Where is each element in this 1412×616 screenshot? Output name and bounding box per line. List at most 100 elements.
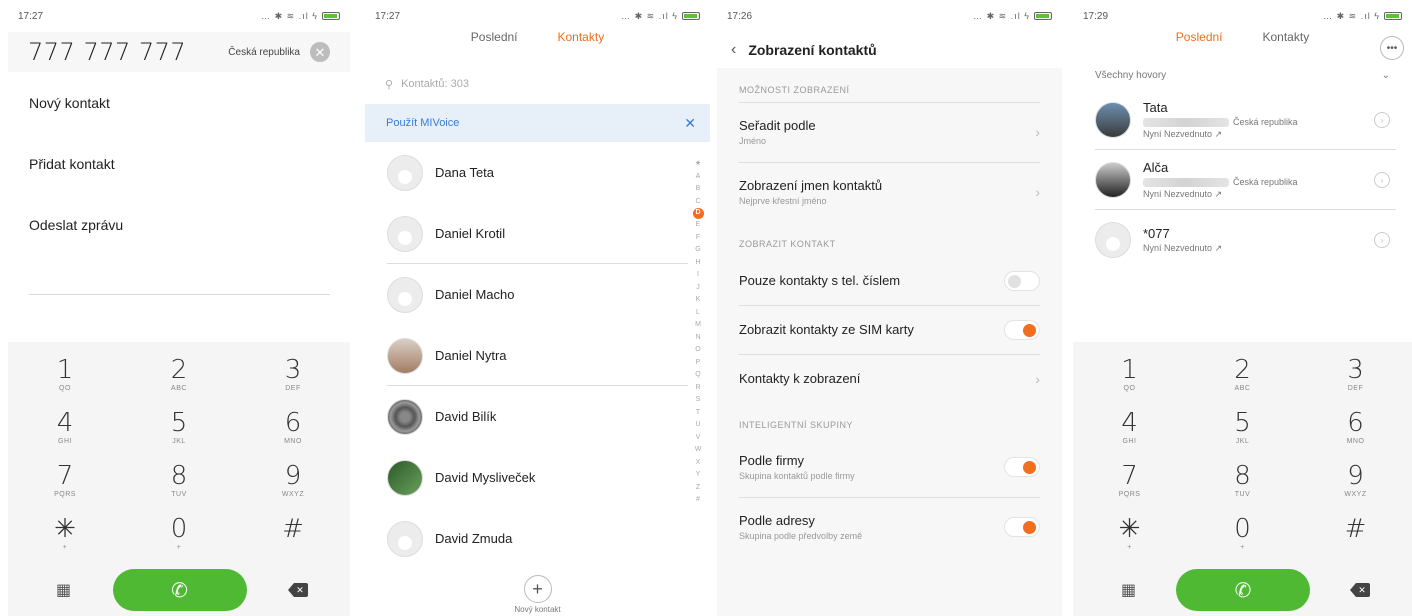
contact-item[interactable]: Daniel Nytra <box>365 325 710 386</box>
alpha-index-letter[interactable]: E <box>696 219 701 232</box>
key-star[interactable]: ✳ + <box>8 507 122 560</box>
alpha-index-letter[interactable]: T <box>696 407 700 420</box>
key-2[interactable]: 2 ABC <box>1186 348 1299 401</box>
call-button[interactable]: ✆ <box>112 569 247 611</box>
call-details-icon[interactable]: › <box>1374 112 1390 128</box>
alpha-index-letter[interactable]: X <box>696 457 701 470</box>
alpha-index-letter[interactable]: Q <box>695 369 700 382</box>
add-to-contact-action[interactable]: Přidat kontakt <box>8 133 350 194</box>
back-arrow-icon[interactable]: ‹ <box>731 41 736 59</box>
tab-bar: Poslední Kontakty <box>365 18 710 56</box>
avatar <box>387 215 423 252</box>
key-1[interactable]: 1 QO <box>1073 348 1186 401</box>
call-details-icon[interactable]: › <box>1374 172 1390 188</box>
group-by-company-toggle[interactable] <box>1004 457 1040 477</box>
key-3[interactable]: 3 DEF <box>236 348 350 401</box>
alpha-index-letter[interactable]: Y <box>696 469 701 482</box>
alpha-index-letter[interactable]: P <box>696 357 701 370</box>
call-log-item[interactable]: *077 Nyní Nezvednuto ↗ › <box>1073 210 1412 270</box>
contact-item[interactable]: Daniel Krotil <box>365 203 710 264</box>
mivoice-banner[interactable]: Použít MIVoice ✕ <box>365 104 710 142</box>
alpha-index-letter[interactable]: Z <box>696 482 700 495</box>
keypad-toggle-icon[interactable]: ▦ <box>56 580 71 600</box>
tab-recents[interactable]: Poslední <box>471 30 518 44</box>
key-3[interactable]: 3 DEF <box>1299 348 1412 401</box>
close-icon[interactable]: ✕ <box>684 115 696 132</box>
alpha-index-letter[interactable]: M <box>695 319 701 332</box>
key-star[interactable]: ✳ + <box>1073 507 1186 560</box>
key-9[interactable]: 9 WXYZ <box>1299 454 1412 507</box>
group-by-address-toggle[interactable] <box>1004 517 1040 537</box>
show-sim-toggle[interactable] <box>1004 319 1040 340</box>
alpha-index-letter[interactable]: L <box>696 307 700 320</box>
alpha-index-letter[interactable]: C <box>695 196 700 209</box>
alpha-index-letter[interactable]: V <box>696 432 701 445</box>
key-6[interactable]: 6 MNO <box>1299 401 1412 454</box>
key-6[interactable]: 6 MNO <box>236 401 350 454</box>
tab-contacts[interactable]: Kontakty <box>558 30 605 44</box>
alphabet-index[interactable]: ★ A B C D E F G H I J K L M N O P Q R S T U V W X Y Z # <box>692 158 704 507</box>
key-1[interactable]: 1 QO <box>8 348 122 401</box>
contact-item[interactable]: David Mysliveček <box>365 447 710 508</box>
key-7[interactable]: 7 PQRS <box>8 454 122 507</box>
divider <box>29 294 330 295</box>
avatar <box>1095 102 1131 138</box>
key-7[interactable]: 7 PQRS <box>1073 454 1186 507</box>
key-0[interactable]: 0 + <box>1186 507 1299 560</box>
alpha-index-letter[interactable]: O <box>695 344 700 357</box>
alpha-index-letter[interactable]: F <box>696 232 700 245</box>
call-button[interactable]: ✆ <box>1176 569 1311 611</box>
page-title: Zobrazení kontaktů <box>748 42 877 58</box>
tab-contacts[interactable]: Kontakty <box>1263 30 1310 44</box>
name-display-setting[interactable]: Zobrazení jmen kontaktů Nejprve křestní j… <box>717 162 1062 222</box>
backspace-icon[interactable]: ✕ <box>288 583 308 597</box>
contact-item[interactable]: Daniel Macho <box>365 264 710 325</box>
new-contact-action[interactable]: Nový kontakt <box>8 72 350 133</box>
contact-item[interactable]: Dana Teta <box>365 142 710 203</box>
send-message-action[interactable]: Odeslat zprávu <box>8 194 350 255</box>
key-0[interactable]: 0 + <box>122 507 236 560</box>
alpha-index-letter[interactable]: N <box>695 332 700 345</box>
sort-by-setting[interactable]: Seřadit podle Jméno › <box>717 102 1062 162</box>
more-options-icon[interactable]: ••• <box>1380 36 1404 60</box>
alpha-index-letter[interactable]: I <box>697 269 699 282</box>
contacts-to-show-setting[interactable]: Kontakty k zobrazení › <box>717 354 1062 403</box>
alpha-index-letter[interactable]: J <box>696 282 700 295</box>
key-2[interactable]: 2 ABC <box>122 348 236 401</box>
key-8[interactable]: 8 TUV <box>122 454 236 507</box>
alpha-index-letter[interactable]: H <box>695 257 700 270</box>
backspace-icon[interactable]: ✕ <box>1350 583 1370 597</box>
keypad-toggle-icon[interactable]: ▦ <box>1121 580 1136 600</box>
contact-item[interactable]: David Bilík <box>365 386 710 447</box>
alpha-index-letter[interactable]: ★ <box>695 158 701 171</box>
alpha-index-letter[interactable]: A <box>696 171 701 184</box>
key-hash[interactable]: # <box>236 507 350 560</box>
key-4[interactable]: 4 GHI <box>8 401 122 454</box>
key-5[interactable]: 5 JKL <box>1186 401 1299 454</box>
key-5[interactable]: 5 JKL <box>122 401 236 454</box>
alpha-index-letter[interactable]: G <box>695 244 700 257</box>
alpha-index-letter[interactable]: W <box>695 444 702 457</box>
alpha-index-letter[interactable]: R <box>695 382 700 395</box>
alpha-index-letter[interactable]: D <box>692 208 704 219</box>
contact-item[interactable]: David Zmuda <box>365 508 710 569</box>
alpha-index-letter[interactable]: B <box>696 183 701 196</box>
key-8[interactable]: 8 TUV <box>1186 454 1299 507</box>
key-hash[interactable]: # <box>1299 507 1412 560</box>
new-contact-fab[interactable]: + Nový kontakt <box>365 575 710 614</box>
call-filter[interactable]: Všechny hovory ⌄ <box>1073 60 1412 90</box>
only-with-phone-toggle[interactable] <box>1004 270 1040 291</box>
tab-recents[interactable]: Poslední <box>1176 30 1223 44</box>
alpha-index-letter[interactable]: # <box>696 494 700 507</box>
alpha-index-letter[interactable]: S <box>696 394 701 407</box>
alpha-index-letter[interactable]: U <box>695 419 700 432</box>
call-log-item[interactable]: Tata Česká republika Nyní Nezvednuto ↗ › <box>1073 90 1412 150</box>
avatar <box>387 398 423 435</box>
contact-search[interactable]: ⚲ Kontaktů: 303 <box>365 64 710 104</box>
key-9[interactable]: 9 WXYZ <box>236 454 350 507</box>
key-4[interactable]: 4 GHI <box>1073 401 1186 454</box>
alpha-index-letter[interactable]: K <box>696 294 701 307</box>
call-log-item[interactable]: Alča Česká republika Nyní Nezvednuto ↗ › <box>1073 150 1412 210</box>
clear-number-button[interactable]: ✕ <box>310 42 330 62</box>
call-details-icon[interactable]: › <box>1374 232 1390 248</box>
